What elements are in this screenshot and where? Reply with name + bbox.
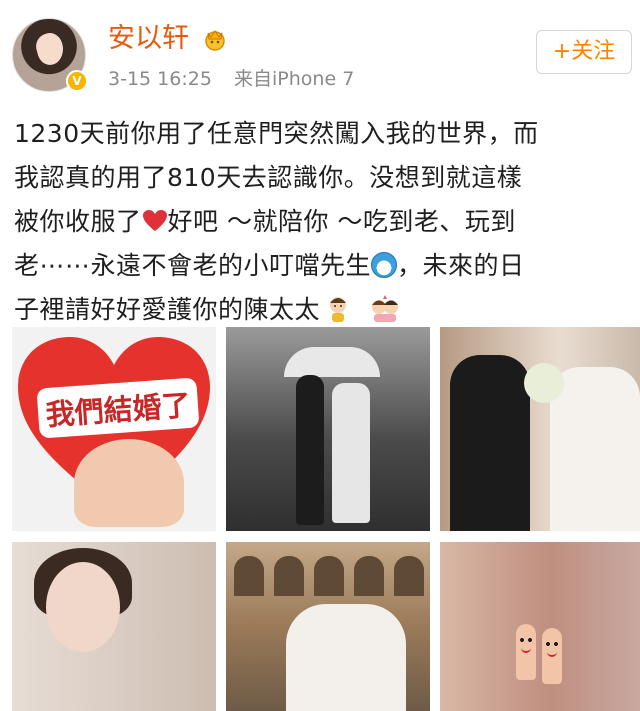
post-source: 来自iPhone 7 [234,68,355,90]
post-text-line: 老⋯⋯永遠不會老的小叮噹先生 ，未來的日 [14,244,630,288]
couple-icon [330,297,347,322]
colosseum-arch [234,556,264,596]
post-text-line: 被你收服了 好吧 ～就陪你 ～吃到老、玩到 [14,200,630,244]
photo-thumbnail-2[interactable] [226,327,430,531]
photo-thumbnail-6[interactable] [440,542,640,711]
bride-face [46,562,120,652]
post-text-line: 子裡請好好愛護你的陳太太 [14,288,630,332]
doraemon-icon [371,252,398,278]
groom-suit [450,355,530,531]
groom-figure [296,375,324,525]
couple-figure [286,604,406,711]
post-text: 1230天前你用了任意門突然闖入我的世界，而 我認真的用了810天去認識你。没想… [14,112,630,332]
post-text-segment: 好吧 ～就陪你 ～吃到老、玩到 [167,207,516,236]
photo-thumbnail-5[interactable] [226,542,430,711]
hands-with-rings [74,439,184,527]
follow-button[interactable]: +关注 [536,30,632,74]
photo-grid: 我們結婚了 [0,327,640,711]
post-timestamp: 3-15 16:25 [108,68,212,90]
post-text-segment: 子裡請好好愛護你的陳太太 [14,295,321,324]
post-text-segment: 被你收服了 [14,207,142,236]
post-meta: 3-15 16:25 来自iPhone 7 [108,66,354,92]
photo-thumbnail-1[interactable]: 我們結婚了 [12,327,216,531]
post-text-line: 我認真的用了810天去認識你。没想到就這樣 [14,163,523,192]
finger-puppet-right [542,628,562,684]
photo-thumbnail-3[interactable] [440,327,640,531]
crown-badge-icon [205,30,225,51]
post-text-segment: ，未來的日 [397,251,525,280]
colosseum-arch [274,556,304,596]
post-text-line: 1230天前你用了任意門突然闖入我的世界，而 [14,119,539,148]
photo-thumbnail-4[interactable] [12,542,216,711]
bride-dress [550,367,640,531]
colosseum-arch [314,556,344,596]
username[interactable]: 安以轩 [108,22,189,56]
post-header: V 安以轩 3-15 16:25 来自iPhone 7 +关注 [0,0,640,100]
avatar-face [37,33,63,65]
couple-icon [371,295,398,322]
bouquet [524,363,564,403]
red-heart-icon [142,210,167,231]
umbrella [284,347,380,377]
colosseum-arch [394,556,424,596]
post-text-segment: 老⋯⋯永遠不會老的小叮噹先生 [14,251,372,280]
verified-badge-icon: V [66,70,88,92]
colosseum-arch [354,556,384,596]
bride-figure [332,383,370,523]
finger-puppet-left [516,624,536,680]
